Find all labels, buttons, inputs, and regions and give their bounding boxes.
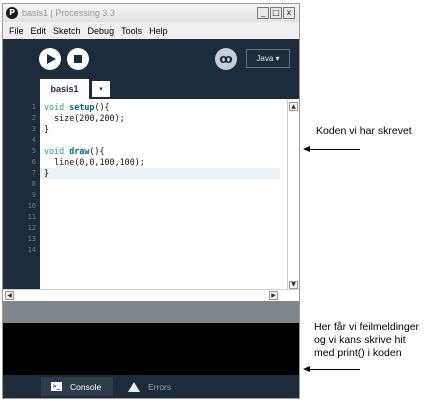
warning-icon	[128, 381, 140, 392]
close-button[interactable]: x	[283, 7, 295, 19]
line-number: 7	[31, 169, 36, 177]
line-number: 1	[31, 103, 36, 111]
window-title: basis1 | Processing 3.3	[22, 8, 115, 18]
code-text-area[interactable]: void setup(){ size(200,200); } void draw…	[40, 99, 280, 289]
menu-file[interactable]: File	[9, 26, 24, 36]
line-number: 2	[31, 114, 36, 122]
toolbar: ꝏ Java ▾	[3, 39, 299, 79]
run-button[interactable]	[39, 48, 61, 70]
status-bar	[3, 301, 299, 323]
window-controls: _ □ x	[256, 7, 295, 19]
arrow-head-icon	[303, 366, 310, 372]
mode-selector[interactable]: Java ▾	[246, 49, 290, 68]
console-output[interactable]	[3, 323, 299, 375]
menu-debug[interactable]: Debug	[88, 26, 115, 36]
scroll-left-arrow-icon[interactable]: ◀	[5, 291, 14, 300]
maximize-button[interactable]: □	[270, 7, 282, 19]
processing-app-icon: P	[6, 7, 18, 19]
tab-basis1[interactable]: basis1	[40, 79, 89, 99]
menu-sketch[interactable]: Sketch	[53, 26, 81, 36]
code-text: (){	[94, 102, 110, 112]
console-icon: >_	[51, 382, 62, 391]
keyword: void	[44, 102, 65, 112]
function-name: setup	[69, 102, 95, 112]
keyword: void	[44, 146, 65, 156]
code-editor[interactable]: 1 2 3 4 5 6 7 8 9 10 11 12 13 14 void se…	[3, 99, 299, 289]
scroll-up-arrow-icon[interactable]: ▲	[289, 102, 298, 111]
console-tab-bar: >_ Console Errors	[3, 375, 299, 398]
scroll-down-arrow-icon[interactable]: ▼	[289, 281, 298, 289]
code-line: void setup(){	[40, 102, 280, 113]
tab-errors[interactable]: Errors	[116, 377, 178, 396]
annotation-arrow	[310, 149, 360, 150]
line-number: 11	[27, 213, 36, 221]
line-number: 9	[31, 191, 36, 199]
code-line: }	[44, 124, 50, 134]
console-tab-label: Console	[70, 381, 102, 392]
console-annotation-line3: med print() i koden	[314, 347, 402, 359]
menu-help[interactable]: Help	[149, 26, 168, 36]
annotation-arrow	[310, 369, 360, 370]
line-number: 6	[31, 158, 36, 166]
line-number: 10	[27, 202, 36, 210]
line-number: 12	[27, 224, 36, 232]
code-line: void draw(){	[40, 146, 280, 157]
function-name: draw	[69, 146, 90, 156]
console-annotation-line2: og vi kans skrive hit	[314, 334, 406, 346]
sketch-tab-bar: basis1 ▾	[3, 79, 299, 99]
tab-console[interactable]: >_ Console	[41, 377, 113, 396]
processing-window: P basis1 | Processing 3.3 _ □ x File Edi…	[2, 3, 300, 399]
menu-tools[interactable]: Tools	[121, 26, 142, 36]
line-number: 5	[31, 147, 36, 155]
code-line: size(200,200);	[44, 113, 125, 123]
title-bar: P basis1 | Processing 3.3 _ □ x	[3, 4, 299, 22]
line-number: 14	[27, 246, 36, 254]
errors-tab-label: Errors	[148, 381, 172, 392]
line-number: 13	[27, 235, 36, 243]
code-line-current: }	[40, 168, 280, 179]
code-annotation: Koden vi har skrevet	[316, 125, 412, 137]
line-number: 8	[31, 180, 36, 188]
menu-bar: File Edit Sketch Debug Tools Help	[3, 22, 299, 39]
horizontal-scrollbar[interactable]: ◀ ▶	[3, 289, 299, 301]
menu-edit[interactable]: Edit	[31, 26, 47, 36]
scroll-right-arrow-icon[interactable]: ▶	[269, 291, 278, 300]
vertical-scrollbar[interactable]: ▲ ▼	[287, 99, 299, 289]
debugger-icon[interactable]: ꝏ	[215, 48, 237, 70]
minimize-button[interactable]: _	[257, 7, 269, 19]
arrow-head-icon	[303, 146, 310, 152]
code-text: (){	[89, 146, 105, 156]
stop-button[interactable]	[67, 48, 89, 70]
line-number: 4	[31, 136, 36, 144]
line-number-gutter: 1 2 3 4 5 6 7 8 9 10 11 12 13 14	[3, 99, 40, 289]
tab-menu-arrow-icon[interactable]: ▾	[92, 81, 110, 97]
console-annotation-line1: Her får vi feilmeldinger	[314, 321, 420, 333]
line-number: 3	[31, 125, 36, 133]
code-line: line(0,0,100,100);	[44, 157, 145, 167]
